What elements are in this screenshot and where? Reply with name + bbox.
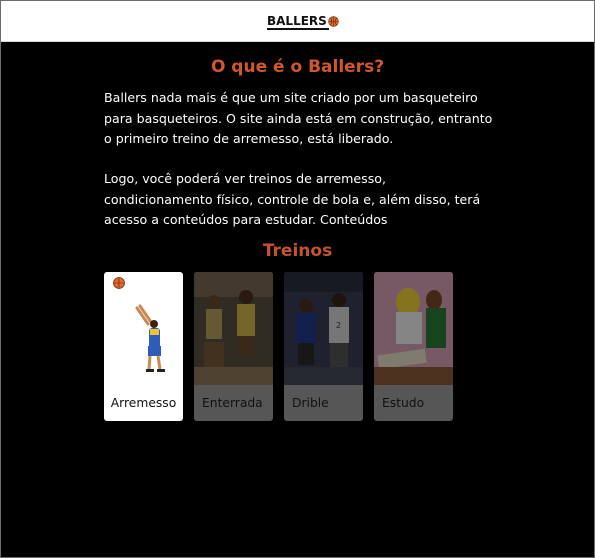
card-label: Arremesso <box>110 396 177 410</box>
card-arremesso[interactable]: Arremesso <box>104 272 183 421</box>
basketball-icon <box>328 15 339 27</box>
card-label: Drible <box>292 396 329 410</box>
page-title: O que é o Ballers? <box>210 57 385 77</box>
site-logo[interactable]: BALLERS <box>267 14 339 30</box>
logo-text: BALLERS <box>267 14 329 30</box>
intro-paragraph: Ballers nada mais é que um site criado p… <box>104 90 493 146</box>
study-image <box>374 272 453 385</box>
features-paragraph: Logo, você poderá ver treinos de arremes… <box>104 171 481 227</box>
card-enterrada[interactable]: Enterrada <box>194 272 273 421</box>
shooting-illustration <box>104 272 183 385</box>
top-navbar: BALLERS <box>1 1 594 42</box>
card-estudo[interactable]: Estudo <box>374 272 453 421</box>
trainings-title: Treinos <box>262 241 333 261</box>
card-label: Estudo <box>382 396 425 410</box>
card-drible[interactable]: 2 Drible <box>284 272 363 421</box>
dribble-image: 2 <box>284 272 363 385</box>
card-label: Enterrada <box>202 396 263 410</box>
dunk-image <box>194 272 273 385</box>
